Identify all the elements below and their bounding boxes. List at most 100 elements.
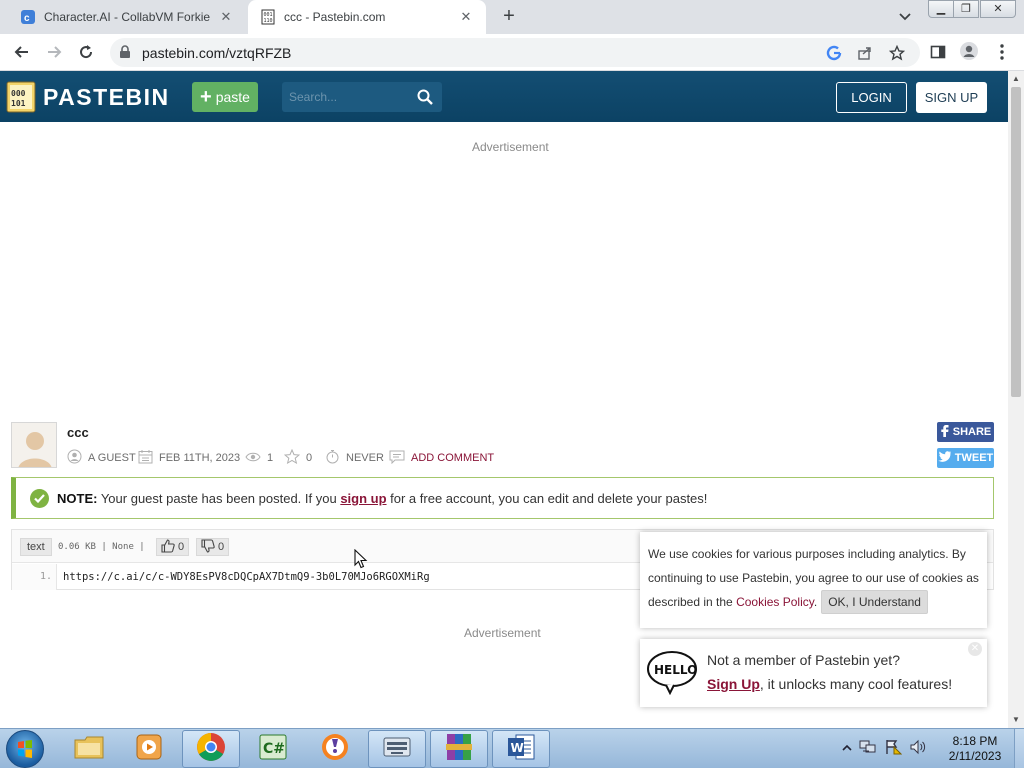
close-icon[interactable]: ✕ <box>968 642 982 656</box>
timer-icon <box>325 449 340 467</box>
taskbar-word[interactable]: W <box>492 730 550 768</box>
close-icon[interactable]: ✕ <box>218 9 234 25</box>
comment-icon <box>389 450 405 467</box>
svg-text:c: c <box>24 13 30 24</box>
paste-views: 1 <box>245 450 273 466</box>
tab-pastebin[interactable]: 001 110 ccc - Pastebin.com ✕ <box>248 0 486 34</box>
facebook-icon <box>940 424 949 440</box>
reload-icon[interactable] <box>76 42 96 62</box>
guest-notice: NOTE: Your guest paste has been posted. … <box>11 477 994 519</box>
pastebin-logo-icon[interactable]: 000 101 <box>4 77 38 115</box>
back-icon[interactable] <box>12 42 32 62</box>
dislike-button[interactable]: 0 <box>196 538 230 556</box>
minimize-button[interactable]: ▁ <box>928 0 954 18</box>
lock-icon[interactable] <box>119 45 131 64</box>
add-comment-link[interactable]: ADD COMMENT <box>389 450 494 466</box>
taskbar-csharp[interactable]: C# <box>244 730 302 768</box>
scroll-down-icon[interactable]: ▼ <box>1012 715 1020 724</box>
advertisement-label: Advertisement <box>472 140 549 154</box>
pastebin-wordmark[interactable]: PASTEBIN <box>43 84 170 111</box>
taskbar-winrar[interactable] <box>430 730 488 768</box>
calendar-icon <box>138 449 153 467</box>
character-ai-icon: c <box>20 9 36 25</box>
paste-title: ccc <box>67 425 89 440</box>
promo-signup-link[interactable]: Sign Up <box>707 676 760 692</box>
like-count: 0 <box>178 541 185 553</box>
notice-before: Your guest paste has been posted. If you <box>97 491 341 506</box>
eye-icon <box>245 451 261 466</box>
new-paste-button[interactable]: + paste <box>192 82 258 112</box>
taskbar-keyboard[interactable] <box>368 730 426 768</box>
media-player-icon <box>135 733 163 766</box>
thumbs-down-icon <box>201 538 215 556</box>
network-icon[interactable] <box>859 739 877 760</box>
taskbar-clock[interactable]: 8:18 PM 2/11/2023 <box>940 734 1010 764</box>
browser-toolbar: pastebin.com/vztqRFZB <box>0 34 1024 71</box>
avatar <box>11 422 57 468</box>
tab-character-ai[interactable]: c Character.AI - CollabVM Forkie ✕ <box>8 0 246 34</box>
tab-title: Character.AI - CollabVM Forkie <box>44 10 211 24</box>
stars-count: 0 <box>306 452 313 464</box>
taskbar-media-player[interactable] <box>120 730 178 768</box>
show-desktop-button[interactable] <box>1014 729 1024 768</box>
page-viewport: 000 101 PASTEBIN + paste LOGIN SIGN UP A… <box>0 71 1008 728</box>
chrome-icon <box>196 732 226 767</box>
expiry-text: NEVER <box>346 452 384 464</box>
tab-title: ccc - Pastebin.com <box>284 10 386 24</box>
new-tab-button[interactable]: + <box>498 6 520 28</box>
chevron-down-icon[interactable] <box>896 9 914 25</box>
page-scrollbar[interactable]: ▲ ▼ <box>1008 71 1024 728</box>
close-icon[interactable]: ✕ <box>458 9 474 25</box>
winrar-icon <box>444 732 474 767</box>
taskbar-file-explorer[interactable] <box>60 730 118 768</box>
facebook-share-button[interactable]: SHARE <box>937 422 994 442</box>
scrollbar-thumb[interactable] <box>1011 87 1021 397</box>
syntax-badge[interactable]: text <box>20 538 52 556</box>
like-button[interactable]: 0 <box>156 538 190 556</box>
star-icon[interactable] <box>283 448 301 467</box>
line-number: 1. <box>12 564 57 590</box>
address-bar[interactable]: pastebin.com/vztqRFZB <box>110 38 920 67</box>
scroll-up-icon[interactable]: ▲ <box>1012 74 1020 83</box>
volume-icon[interactable] <box>909 739 927 760</box>
promo-line-2: Sign Up, it unlocks many cool features! <box>707 676 952 692</box>
taskbar: C# W 8:18 PM 2/11/2023 <box>0 728 1024 768</box>
user-icon <box>67 449 82 467</box>
search-input[interactable] <box>282 82 412 112</box>
forward-icon[interactable] <box>44 42 64 62</box>
cookie-accept-button[interactable]: OK, I Understand <box>821 590 928 614</box>
svg-text:000: 000 <box>11 89 26 98</box>
tweet-label: TWEET <box>954 452 994 464</box>
close-window-button[interactable]: ✕ <box>980 0 1016 18</box>
show-hidden-icons-icon[interactable] <box>842 740 852 758</box>
bookmark-star-icon[interactable] <box>888 44 906 62</box>
pastebin-icon: 001 110 <box>260 9 276 25</box>
search-icon[interactable] <box>416 88 434 111</box>
action-center-flag-icon[interactable] <box>884 739 903 760</box>
paste-stars[interactable]: 0 <box>283 448 313 467</box>
google-icon[interactable] <box>825 44 843 62</box>
cookies-policy-link[interactable]: Cookies Policy <box>736 595 814 609</box>
side-panel-icon[interactable] <box>928 42 948 62</box>
svg-text:HELLO: HELLO <box>654 663 697 677</box>
code-text[interactable]: https://c.ai/c/c-WDY8EsPV8cDQCpAX7DtmQ9-… <box>63 564 430 590</box>
share-label: SHARE <box>952 426 992 438</box>
share-icon[interactable] <box>856 44 874 62</box>
signup-promo-popup: HELLO Not a member of Pastebin yet? Sign… <box>640 639 987 707</box>
taskbar-avast[interactable] <box>306 730 364 768</box>
start-button[interactable] <box>6 730 44 768</box>
login-button[interactable]: LOGIN <box>836 82 907 113</box>
avast-icon <box>320 732 350 767</box>
search-box <box>282 82 442 112</box>
advertisement-label: Advertisement <box>464 626 541 640</box>
twitter-tweet-button[interactable]: TWEET <box>937 448 994 468</box>
signup-button[interactable]: SIGN UP <box>916 82 987 113</box>
menu-kebab-icon[interactable] <box>992 42 1012 62</box>
pastebin-header: 000 101 PASTEBIN + paste LOGIN SIGN UP <box>0 71 1008 122</box>
profile-icon[interactable] <box>959 41 979 61</box>
taskbar-chrome[interactable] <box>182 730 240 768</box>
restore-button[interactable]: ❐ <box>953 0 979 18</box>
notice-signup-link[interactable]: sign up <box>340 491 386 506</box>
plus-icon: + <box>200 86 212 108</box>
csharp-icon: C# <box>258 733 288 766</box>
